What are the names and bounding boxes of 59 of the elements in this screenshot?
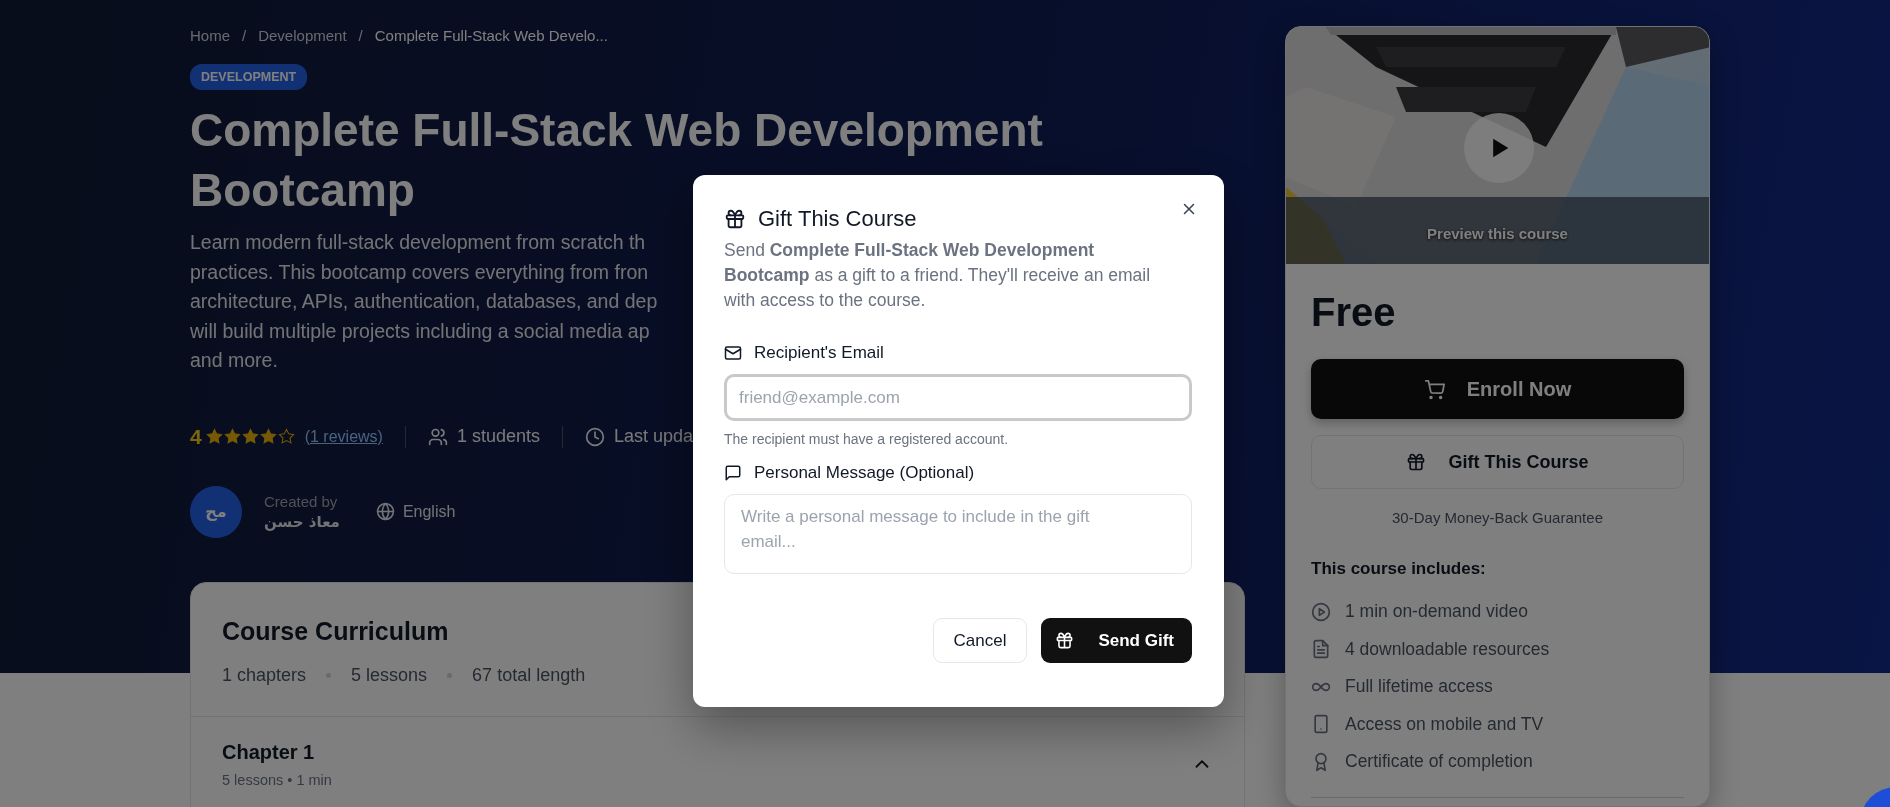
dialog-title: Gift This Course [758,206,917,232]
description-line: architecture, APIs, authentication, databases, and dep [190,289,658,314]
curriculum-stat: 1 chapters [222,664,307,686]
globe-icon [375,502,395,521]
course-price: Free [1311,289,1397,336]
include-item: 1 min on-demand video [1345,601,1528,623]
author-name: معاذ حسن [264,512,340,531]
includes-heading: This course includes: [1311,559,1487,579]
clock-icon [585,426,605,447]
course-title: Bootcamp [190,163,415,218]
description-line: and more. [190,348,278,373]
last-updated: Last upda [614,426,694,447]
cart-icon [1423,378,1445,400]
curriculum-stat: 5 lessons [351,664,428,686]
course-title: Complete Full-Stack Web Development [190,103,1043,158]
chat-bubble-icon [724,464,742,482]
gift-course-button[interactable]: Gift This Course [1311,435,1684,489]
field-label: Recipient's Email [754,343,884,363]
language-label: English [402,502,456,521]
breadcrumb-current[interactable]: Complete Full-Stack Web Develo... [374,26,608,44]
dialog-description: Send Complete Full-Stack Web Development Bootcamp as a gift to a friend. They'll receive an email with access to the course. [724,239,1152,312]
reviews-link[interactable]: (1 reviews) [304,427,383,446]
play-circle-icon [1311,601,1331,622]
category-badge: DEVELOPMENT [190,64,308,90]
mail-icon [724,344,742,362]
include-item: 4 downloadable resources [1345,638,1550,660]
breadcrumb-link[interactable]: Development [258,26,347,44]
section-title: Course Curriculum [222,615,449,647]
description-line: will build multiple projects including a social media ap [190,318,650,344]
preview-label: Preview this course [1427,225,1568,242]
document-icon [1311,639,1331,660]
gift-icon [724,208,746,230]
enroll-button[interactable]: Enroll Now [1311,359,1684,419]
created-by-label: Created by [264,492,339,510]
users-icon [427,426,448,447]
cancel-button[interactable]: Cancel [932,618,1028,663]
description-line: Learn modern full-stack development from scratch th [190,230,646,255]
phone-icon [1311,714,1331,735]
students-count: 1 students [456,426,540,447]
include-item: Access on mobile and TV [1345,713,1544,735]
include-item: Certificate of completion [1345,751,1533,773]
breadcrumb-separator: / [358,26,363,44]
curriculum-stat: 67 total length [472,664,586,686]
chapter-meta: 5 lessons • 1 min [222,771,332,788]
email-field[interactable]: friend@example.com [724,374,1192,421]
message-field[interactable]: Write a personal message to include in the gift email... [724,494,1192,574]
gift-icon [1406,452,1427,472]
chapter-title: Chapter 1 [222,740,316,764]
breadcrumb-link[interactable]: Home [190,26,230,44]
guarantee-note: 30-Day Money-Back Guarantee [1391,509,1604,526]
gift-icon [1055,631,1075,650]
description-line: practices. This bootcamp covers everything from fron [190,259,649,285]
rating-value: 4 [190,424,202,449]
include-item: Full lifetime access [1345,676,1493,698]
author-avatar: مح [190,485,242,538]
field-hint: The recipient must have a registered account. [724,431,1010,447]
field-label: Personal Message (Optional) [754,463,975,483]
breadcrumb-separator: / [242,26,247,44]
send-gift-button[interactable]: Send Gift [1041,618,1192,663]
